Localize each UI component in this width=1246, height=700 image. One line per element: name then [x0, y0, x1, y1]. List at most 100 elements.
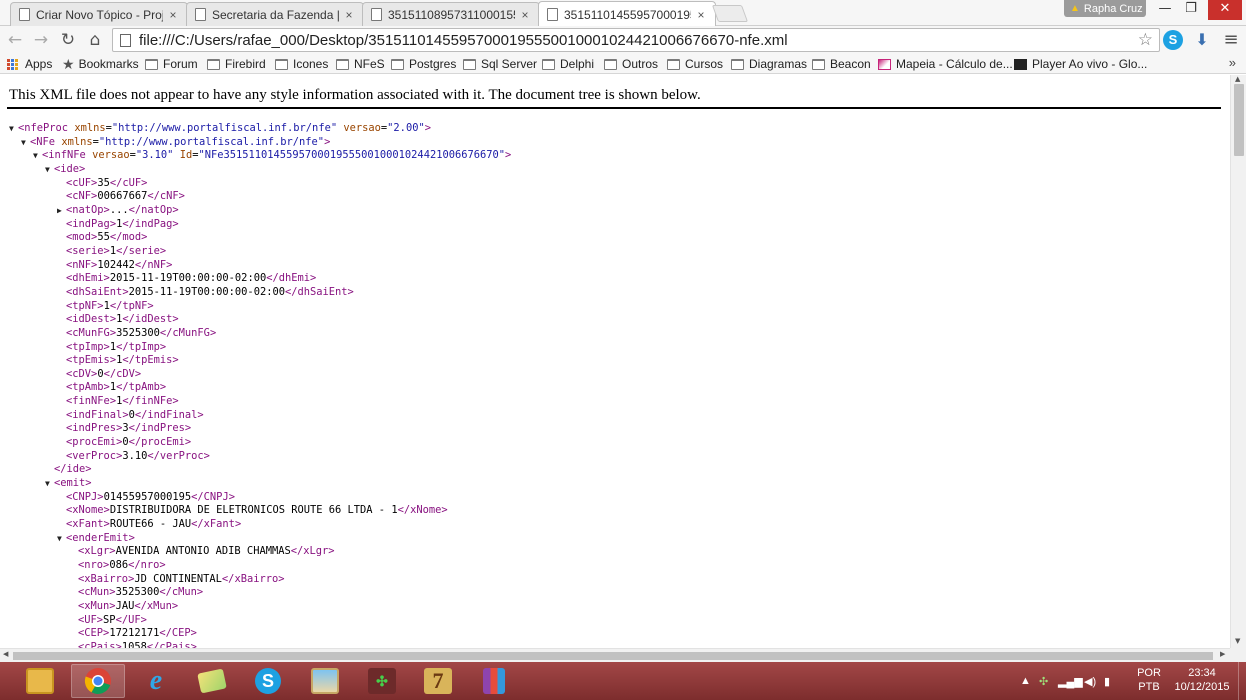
taskbar-winrar[interactable] — [467, 664, 521, 698]
xml-tag-open: </ — [266, 272, 279, 285]
collapse-toggle-icon[interactable]: ▼ — [9, 122, 18, 136]
horizontal-scrollbar[interactable]: ◀ ▶ — [0, 648, 1230, 662]
scroll-down-icon[interactable]: ▼ — [1235, 637, 1240, 645]
bookmark-sql-server[interactable]: Sql Server — [463, 56, 537, 72]
bookmark-postgres[interactable]: Postgres — [391, 56, 456, 72]
xml-line: <indFinal>0</indFinal> — [9, 409, 511, 423]
forward-button[interactable]: → — [30, 29, 52, 51]
tab-close-icon[interactable]: × — [695, 8, 707, 22]
xml-line: <cPais>1058</cPais> — [9, 641, 511, 648]
xml-attr-name: versao — [92, 149, 130, 162]
bookmark-cursos[interactable]: Cursos — [667, 56, 723, 72]
address-url[interactable]: file:///C:/Users/rafae_000/Desktop/35151… — [139, 32, 788, 49]
taskbar-internet-explorer[interactable]: e — [129, 664, 183, 698]
menu-icon[interactable]: ≡ — [1221, 30, 1241, 50]
new-tab-button[interactable] — [711, 5, 749, 22]
language-indicator[interactable]: POR PTB — [1134, 666, 1164, 694]
taskbar-network-tool[interactable]: ✣ — [355, 664, 409, 698]
skype-extension-icon[interactable]: S — [1163, 30, 1183, 50]
folder-icon — [26, 668, 54, 694]
bookmark-icones[interactable]: Icones — [275, 56, 328, 72]
xml-tag-end: > — [159, 559, 166, 571]
bookmark-beacon[interactable]: Beacon — [812, 56, 871, 72]
scrollbar-thumb[interactable] — [1234, 84, 1244, 156]
xml-text-value: 1058 — [121, 640, 147, 648]
reload-button[interactable]: ↻ — [57, 29, 79, 51]
bookmarks-overflow-button[interactable]: » — [1229, 55, 1236, 70]
xml-text-value: JD CONTINENTAL — [134, 572, 222, 585]
xml-tag-name: xNome — [410, 504, 442, 517]
taskbar-file-explorer[interactable] — [13, 664, 67, 698]
signal-icon[interactable]: ▂▄▆ — [1058, 675, 1083, 688]
xml-tag-open: </ — [397, 504, 411, 517]
vertical-scrollbar[interactable]: ▲ ▼ — [1230, 75, 1246, 648]
taskbar-notes[interactable] — [185, 664, 239, 698]
tray-network-app-icon[interactable]: ✣ — [1039, 675, 1048, 688]
bookmark-bookmarks[interactable]: ★ Bookmarks — [62, 56, 139, 72]
xml-tag-name: verProc — [159, 449, 204, 462]
scroll-right-icon[interactable]: ▶ — [1220, 650, 1225, 658]
notes-icon — [197, 668, 227, 694]
restore-button[interactable]: ❐ — [1176, 0, 1206, 20]
taskbar-image-viewer[interactable] — [298, 664, 352, 698]
xml-tag-name: xFant — [203, 518, 235, 531]
bookmark-nfes[interactable]: NFeS — [336, 56, 385, 72]
xml-line: <tpAmb>1</tpAmb> — [9, 381, 511, 395]
tab-3-active[interactable]: 35151101455957000195 × — [538, 1, 716, 27]
home-button[interactable]: ⌂ — [84, 29, 106, 51]
bookmark-mapeia[interactable]: Mapeia - Cálculo de... — [878, 56, 1013, 72]
battery-icon[interactable]: ▮ — [1104, 675, 1110, 688]
tab-close-icon[interactable]: × — [167, 8, 179, 22]
page-icon — [371, 8, 382, 21]
bookmark-outros[interactable]: Outros — [604, 56, 658, 72]
taskbar-delphi[interactable]: 7 — [411, 664, 465, 698]
collapse-toggle-icon[interactable]: ▼ — [33, 149, 42, 163]
bookmark-player[interactable]: Player Ao vivo - Glo... — [1014, 56, 1147, 72]
scroll-up-icon[interactable]: ▲ — [1235, 75, 1240, 83]
scroll-left-icon[interactable]: ◀ — [3, 650, 8, 658]
bookmark-label: Forum — [163, 57, 198, 71]
profile-badge[interactable]: ▲ Rapha Cruz — [1064, 0, 1146, 17]
clock[interactable]: 23:34 10/12/2015 — [1172, 666, 1232, 694]
page-icon — [547, 8, 558, 21]
bookmark-forum[interactable]: Forum — [145, 56, 198, 72]
back-button[interactable]: ← — [4, 29, 26, 51]
xml-line: <cMunFG>3525300</cMunFG> — [9, 327, 511, 341]
xml-line: <xNome>DISTRIBUIDORA DE ELETRONICOS ROUT… — [9, 504, 511, 518]
bookmark-firebird[interactable]: Firebird — [207, 56, 266, 72]
expand-toggle-icon[interactable]: ▶ — [57, 204, 66, 218]
taskbar-skype[interactable]: S — [241, 664, 295, 698]
collapse-toggle-icon[interactable]: ▼ — [45, 163, 54, 177]
xml-tag-end: > — [184, 422, 192, 435]
show-desktop-button[interactable] — [1238, 662, 1246, 700]
xml-tag-name: idDest — [134, 313, 173, 326]
download-extension-icon[interactable]: ⬇ — [1192, 30, 1212, 50]
xml-tag-name: dhSaiEnt — [297, 285, 348, 298]
xml-tag-end: > — [196, 586, 204, 599]
tab-1[interactable]: Secretaria da Fazenda | Nc × — [186, 2, 364, 26]
xml-tag-name: finNFe — [134, 395, 173, 408]
xml-tag-name: verProc — [72, 449, 117, 462]
tab-close-icon[interactable]: × — [519, 8, 531, 22]
bookmark-delphi[interactable]: Delphi — [542, 56, 594, 72]
scrollbar-thumb[interactable] — [13, 652, 1213, 660]
xml-tag-name: emit — [60, 477, 86, 490]
address-bar[interactable]: file:///C:/Users/rafae_000/Desktop/35151… — [112, 28, 1160, 52]
bookmark-diagramas[interactable]: Diagramas — [731, 56, 807, 72]
taskbar-chrome[interactable] — [71, 664, 125, 698]
bookmark-apps[interactable]: Apps — [7, 56, 52, 72]
xml-line: <nro>086</nro> — [9, 559, 511, 573]
tab-close-icon[interactable]: × — [343, 8, 355, 22]
volume-icon[interactable]: ◀) — [1084, 675, 1096, 688]
show-hidden-icons[interactable]: ▲ — [1020, 675, 1031, 687]
xml-tag-open: </ — [116, 340, 129, 353]
collapse-toggle-icon[interactable]: ▼ — [57, 532, 66, 546]
xml-tag-end: > — [172, 217, 179, 230]
collapse-toggle-icon[interactable]: ▼ — [45, 477, 54, 491]
bookmark-star-icon[interactable]: ☆ — [1138, 30, 1153, 50]
collapse-toggle-icon[interactable]: ▼ — [21, 136, 30, 150]
tab-2[interactable]: 35151108957311000155 × — [362, 2, 540, 26]
xml-line: <tpEmis>1</tpEmis> — [9, 354, 511, 368]
tab-0[interactable]: Criar Novo Tópico - Projet × — [10, 2, 188, 26]
close-window-button[interactable]: ✕ — [1208, 0, 1242, 20]
